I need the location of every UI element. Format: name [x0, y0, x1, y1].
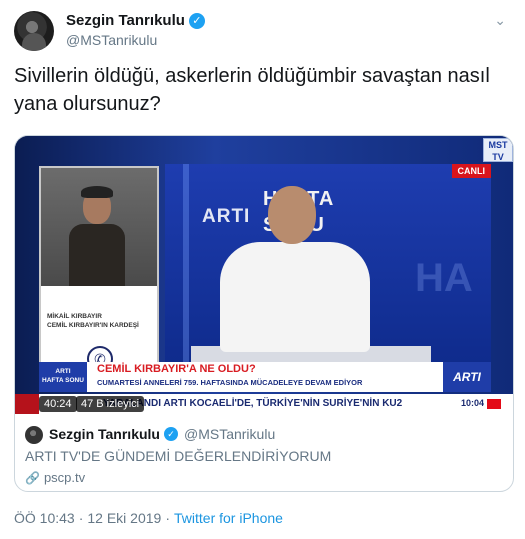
card-description: ARTI TV'DE GÜNDEMİ DEĞERLENDİRİYORUM	[25, 448, 332, 464]
video-player[interactable]: MİKAİL KIRBAYIR CEMİL KIRBAYIR'IN KARDEŞ…	[15, 136, 513, 414]
lower-third-logo-line-1: ARTI	[55, 368, 71, 375]
meta-separator: ·	[165, 510, 170, 526]
lower-third-logo-line-2: HAFTA SONU	[42, 377, 84, 384]
video-duration-badge: 40:24	[39, 396, 77, 412]
tweet-header: Sezgin Tanrıkulu ✓ @MSTanrikulu ⌄	[14, 8, 514, 52]
tweet-source[interactable]: Twitter for iPhone	[174, 510, 283, 526]
guest-panel: MİKAİL KIRBAYIR CEMİL KIRBAYIR'IN KARDEŞ…	[39, 166, 159, 376]
flag-icon	[487, 399, 501, 409]
channel-logo: MST TV	[483, 138, 513, 162]
card-link[interactable]: 🔗 pscp.tv	[25, 470, 85, 485]
ticker-clock: 10:04	[461, 398, 485, 408]
lower-third-program-logo: ARTI HAFTA SONU	[39, 362, 87, 392]
author-avatar[interactable]	[14, 11, 54, 51]
card-author-handle: @MSTanrikulu	[183, 426, 276, 442]
more-options-icon[interactable]: ⌄	[494, 12, 506, 29]
ticker-left-strip	[15, 394, 39, 414]
tweet-meta: ÖÖ 10:43 · 12 Eki 2019 · Twitter for iPh…	[14, 510, 283, 526]
verified-badge-icon: ✓	[188, 12, 205, 29]
link-icon: 🔗	[25, 470, 40, 485]
guest-name: MİKAİL KIRBAYIR	[47, 313, 102, 320]
author-handle[interactable]: @MSTanrikulu	[66, 32, 157, 48]
lower-third: ARTI HAFTA SONU CEMİL KIRBAYIR'A NE OLDU…	[15, 362, 513, 392]
guest-caption: MİKAİL KIRBAYIR CEMİL KIRBAYIR'IN KARDEŞ…	[47, 312, 139, 330]
meta-separator: ·	[78, 510, 84, 526]
guest-photo	[41, 168, 157, 286]
live-badge: CANLI	[451, 164, 491, 178]
viewer-count-badge: 47 B izleyici	[76, 396, 145, 412]
card-verified-badge-icon: ✓	[163, 427, 178, 441]
guest-figure	[69, 186, 125, 286]
ticker-text: YARALANDI ARTI KOCAELİ'DE, TÜRKİYE'NİN S…	[103, 398, 403, 409]
guest-title: CEMİL KIRBAYIR'IN KARDEŞİ	[47, 322, 139, 329]
card-link-text[interactable]: pscp.tv	[44, 470, 85, 485]
lower-third-headline: CEMİL KIRBAYIR'A NE OLDU?	[97, 363, 256, 375]
author-name-row[interactable]: Sezgin Tanrıkulu ✓	[66, 12, 205, 29]
card-author-name: Sezgin Tanrıkulu	[49, 426, 160, 442]
lower-third-subheadline: CUMARTESİ ANNELERİ 759. HAFTASINDA MÜCAD…	[97, 378, 363, 387]
card-body[interactable]: Sezgin Tanrıkulu ✓ @MSTanrikulu ARTI TV'…	[15, 414, 513, 491]
tweet-text: Sivillerin öldüğü, askerlerin öldüğümbir…	[14, 65, 490, 115]
lower-third-main: CEMİL KIRBAYIR'A NE OLDU? CUMARTESİ ANNE…	[87, 362, 443, 392]
presenter-figure	[220, 186, 370, 376]
author-name[interactable]: Sezgin Tanrıkulu	[66, 12, 185, 29]
lower-third-channel-logo: ARTI	[443, 362, 491, 392]
card-author-avatar	[25, 426, 43, 444]
card-author-row: Sezgin Tanrıkulu ✓ @MSTanrikulu	[49, 426, 275, 442]
tweet-time[interactable]: ÖÖ 10:43	[14, 510, 75, 526]
studio-background-letters: HA	[415, 256, 473, 300]
media-card[interactable]: MİKAİL KIRBAYIR CEMİL KIRBAYIR'IN KARDEŞ…	[14, 135, 514, 492]
tweet-date[interactable]: 12 Eki 2019	[87, 510, 161, 526]
